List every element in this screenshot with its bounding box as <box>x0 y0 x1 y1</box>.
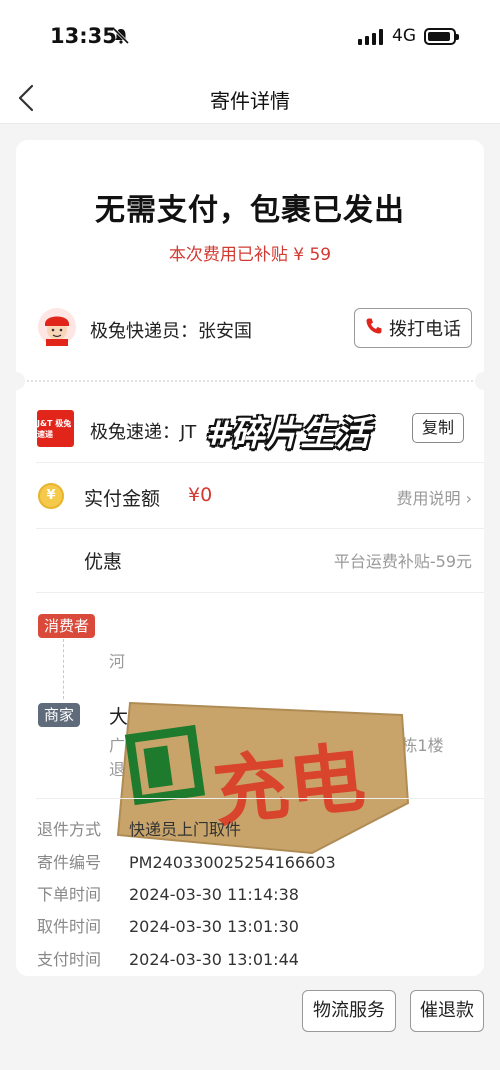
divider <box>36 528 484 529</box>
divider <box>36 798 484 799</box>
call-courier-button[interactable]: 拨打电话 <box>354 308 472 348</box>
courier-name: 极兔快递员：张安国 <box>90 321 252 342</box>
paid-amount-value: ¥0 <box>188 484 213 506</box>
bottom-action-bar: 物流服务 催退款 <box>0 976 500 1070</box>
jt-express-logo: J&T 极兔速递 <box>37 410 74 447</box>
courier-avatar <box>38 308 76 346</box>
network-type: 4G <box>392 26 416 46</box>
tracking-label: 极兔速递：JT <box>90 422 197 443</box>
battery-icon <box>424 28 459 45</box>
coin-icon: ¥ <box>38 483 64 509</box>
page-title: 寄件详情 <box>210 89 290 113</box>
bell-muted-icon <box>112 27 130 49</box>
divider <box>36 592 484 593</box>
address-connector <box>63 639 64 699</box>
detail-row-shipment-id: 寄件编号 PM240330025254166603 <box>37 853 336 872</box>
detail-row-pickup-time: 取件时间 2024-03-30 13:01:30 <box>37 917 299 936</box>
consumer-tag: 消费者 <box>38 614 96 638</box>
consumer-address: 河 <box>109 652 126 671</box>
shipment-card: 无需支付，包裹已发出 本次费用已补贴 ¥ 59 极兔快递员：张安国 拨打电话 J… <box>16 140 484 976</box>
status-bar: 13:35 4G <box>0 0 500 72</box>
discount-value: 平台运费补贴-59元 <box>333 552 472 571</box>
logistics-service-button[interactable]: 物流服务 <box>302 990 396 1032</box>
ticket-notch-right <box>475 372 484 390</box>
subsidy-text: 本次费用已补贴 ¥ 59 <box>168 245 332 265</box>
fee-explanation-link[interactable]: 费用说明 › <box>397 485 473 509</box>
divider <box>36 462 484 463</box>
detail-row-payment-time: 支付时间 2024-03-30 13:01:44 <box>37 950 299 969</box>
detail-row-order-time: 下单时间 2024-03-30 11:14:38 <box>37 885 299 904</box>
call-button-label: 拨打电话 <box>389 319 461 340</box>
phone-icon <box>365 317 383 340</box>
paid-amount-label: 实付金额 <box>84 488 161 510</box>
signal-icon <box>358 29 384 49</box>
detail-row-return-method: 退件方式 快递员上门取件 <box>37 820 242 839</box>
urge-refund-button[interactable]: 催退款 <box>410 990 484 1032</box>
status-time: 13:35 <box>50 24 117 48</box>
ticket-notch-left <box>16 372 25 390</box>
copy-button[interactable]: 复制 <box>412 413 464 443</box>
nav-bar: 寄件详情 <box>0 72 500 124</box>
merchant-tag: 商家 <box>38 703 81 727</box>
discount-label: 优惠 <box>84 551 123 573</box>
watermark-text: #碎片生活 <box>206 414 371 454</box>
status-headline: 无需支付，包裹已发出 <box>95 193 405 228</box>
divider <box>16 380 484 382</box>
